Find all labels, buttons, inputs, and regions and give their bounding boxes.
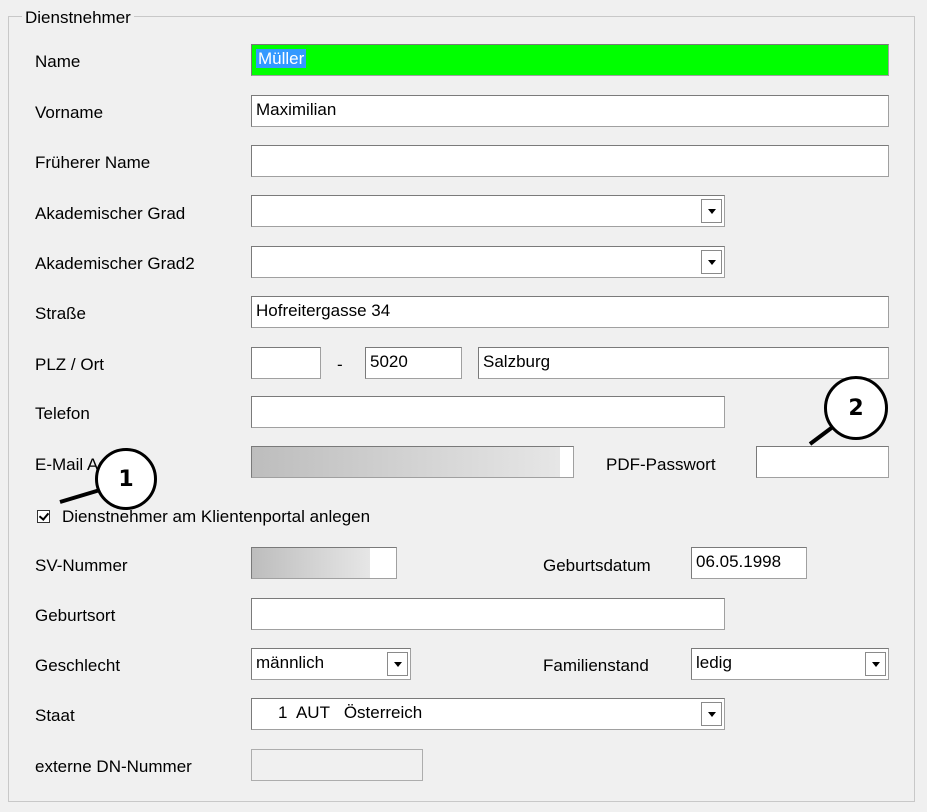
- callout-2-number: 2: [848, 395, 864, 421]
- callout-1-number: 1: [118, 466, 134, 492]
- callout-1-pointer: [59, 488, 101, 504]
- form-panel: Dienstnehmer Name Müller Vorname Maximil…: [0, 0, 927, 812]
- callout-1-badge: 1: [95, 448, 157, 510]
- callout-2-badge: 2: [824, 376, 888, 440]
- callout-2-pointer: [808, 424, 836, 446]
- callout-arrows: [59, 424, 836, 504]
